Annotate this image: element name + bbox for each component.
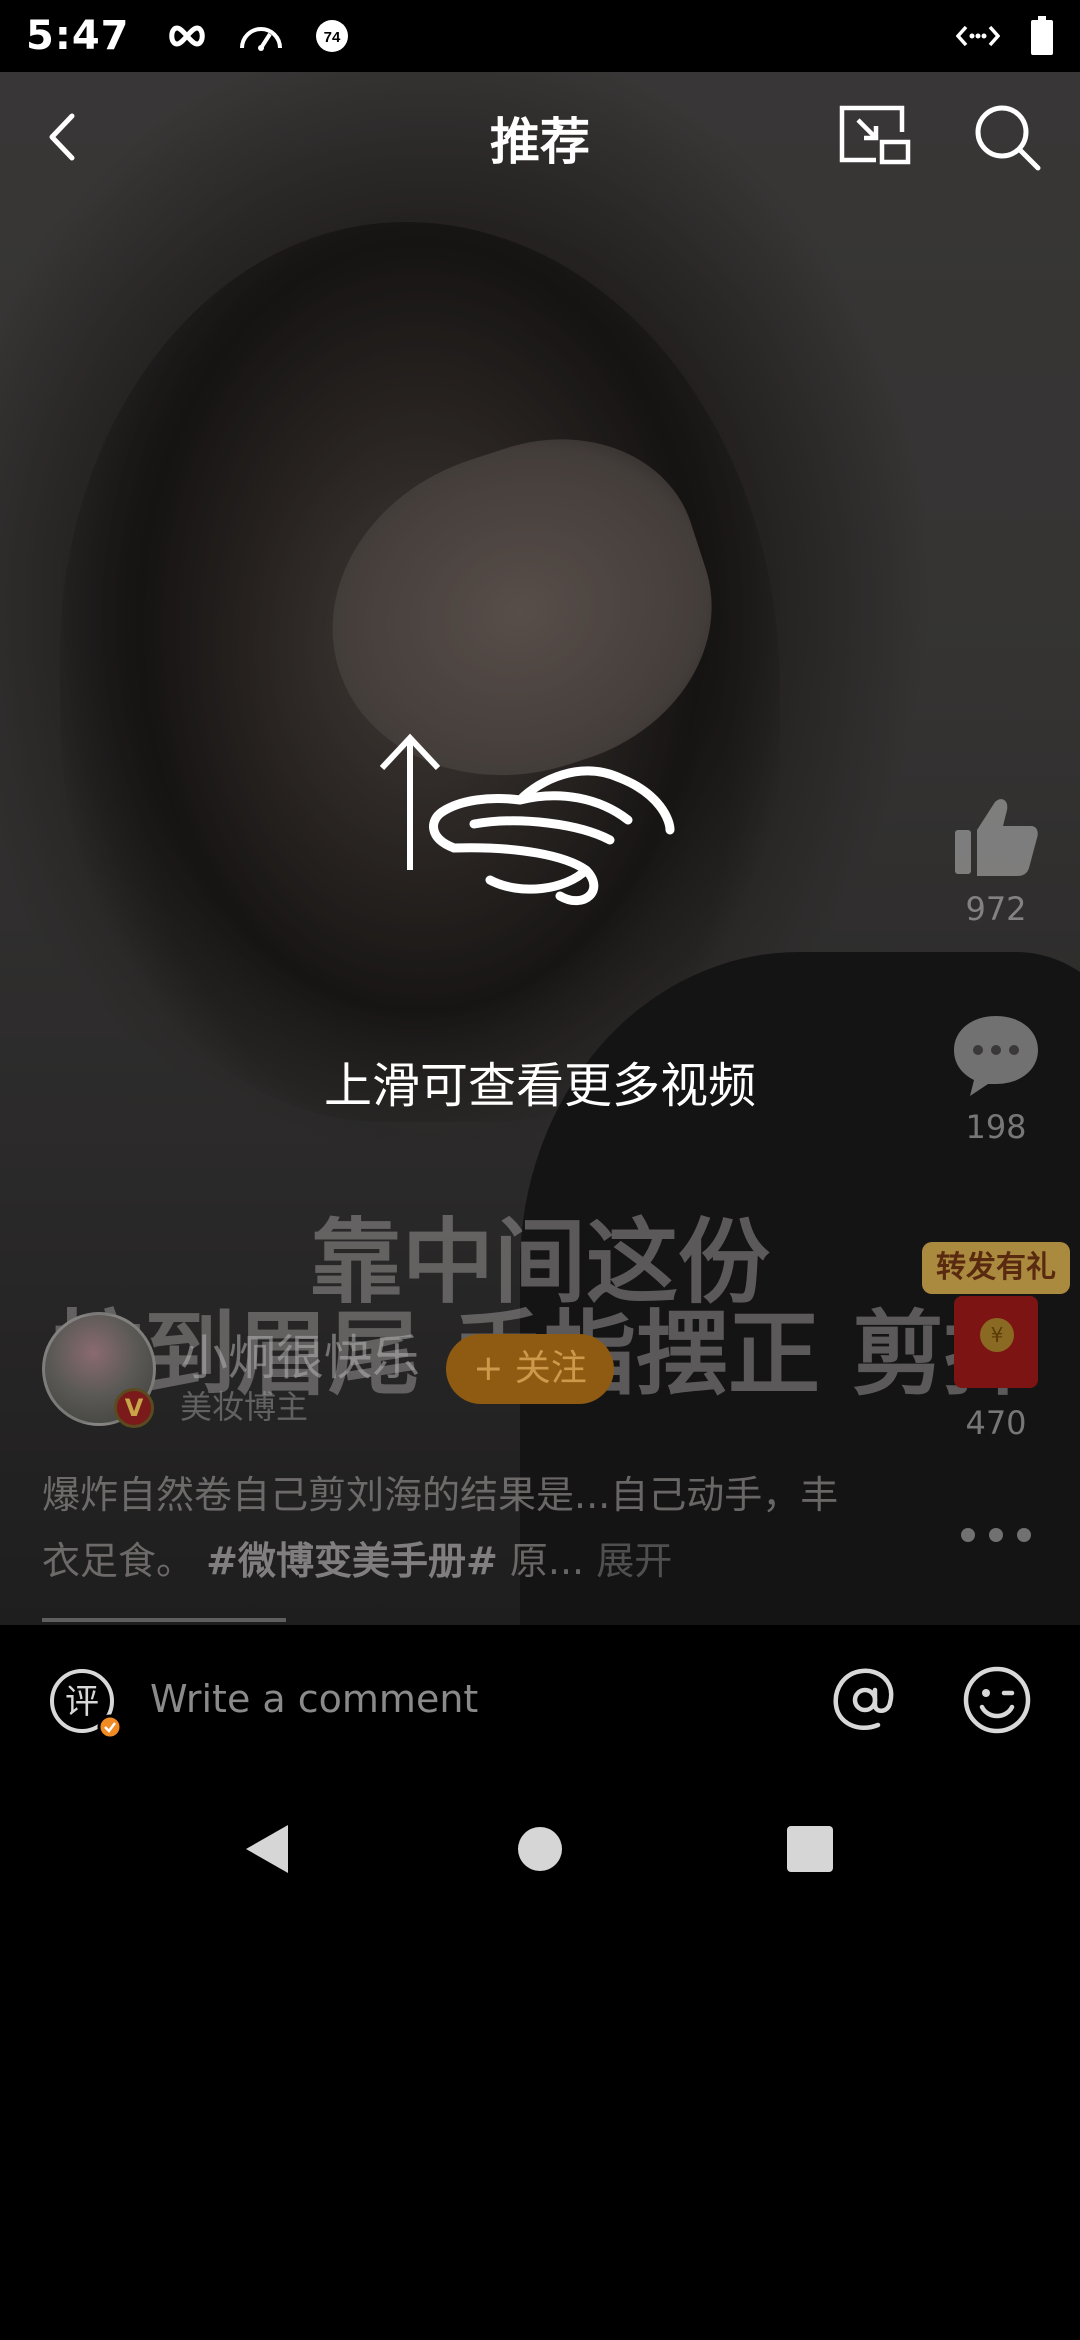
page-title: 推荐 bbox=[490, 113, 590, 171]
screen: 5:47 74 推荐 靠中间这份 拉到眉尾 手指摆正 剪掉 上滑可查看更多视频 … bbox=[0, 0, 1080, 2340]
nav-home-icon[interactable] bbox=[518, 1827, 562, 1871]
description-suffix: 原... bbox=[509, 1539, 585, 1583]
coin-icon: ¥ bbox=[980, 1318, 1014, 1352]
svg-text:74: 74 bbox=[323, 29, 340, 46]
author-tag: 美妆博主 bbox=[180, 1388, 309, 1426]
system-nav-bar bbox=[0, 1781, 1080, 1911]
speedometer-icon bbox=[239, 27, 282, 51]
forward-gift-tag[interactable]: 转发有礼 bbox=[922, 1242, 1070, 1294]
search-icon[interactable] bbox=[972, 102, 1042, 172]
author-name[interactable]: 小炯很快乐 bbox=[180, 1318, 420, 1388]
thumbs-up-icon bbox=[955, 799, 1038, 876]
forward-count: 470 bbox=[965, 1404, 1027, 1442]
top-nav: 推荐 bbox=[0, 72, 1080, 202]
comment-bar: 评 Write a comment bbox=[0, 1625, 1080, 1781]
at-mention-icon[interactable] bbox=[830, 1665, 900, 1735]
nav-recents-icon[interactable] bbox=[787, 1826, 833, 1872]
nav-back-icon[interactable] bbox=[244, 1823, 290, 1875]
expand-link[interactable]: 展开 bbox=[596, 1539, 672, 1583]
emoji-icon[interactable] bbox=[962, 1665, 1032, 1735]
red-packet-icon[interactable]: ¥ bbox=[954, 1296, 1038, 1388]
follow-button[interactable]: + 关注 bbox=[446, 1334, 614, 1404]
status-bar: 5:47 74 bbox=[0, 0, 1080, 72]
video-progress-bar[interactable] bbox=[42, 1618, 286, 1622]
swipe-up-hand-icon bbox=[379, 733, 675, 906]
infinity-icon bbox=[168, 25, 205, 47]
status-time: 5:47 bbox=[26, 13, 130, 59]
video-description: 爆炸自然卷自己剪刘海的结果是...自己动手，丰衣足食。 #微博变美手册# 原..… bbox=[42, 1462, 862, 1594]
comment-input[interactable]: Write a comment bbox=[150, 1677, 478, 1721]
battery-icon bbox=[1031, 16, 1053, 55]
status-right-icons bbox=[956, 16, 1054, 56]
hashtag-link[interactable]: #微博变美手册# bbox=[206, 1539, 498, 1583]
like-button[interactable]: 972 bbox=[926, 792, 1066, 928]
verified-badge-icon: V bbox=[114, 1388, 154, 1428]
comment-rating-icon[interactable]: 评 bbox=[48, 1667, 122, 1741]
code-brackets-icon bbox=[956, 25, 1000, 47]
picture-in-picture-icon[interactable] bbox=[836, 102, 912, 168]
svg-text:评: 评 bbox=[65, 1682, 99, 1722]
like-count: 972 bbox=[965, 890, 1027, 928]
notification-74-icon: 74 bbox=[315, 20, 348, 52]
status-left-icons: 74 bbox=[166, 18, 350, 54]
more-dots-icon[interactable] bbox=[956, 1520, 1036, 1550]
swipe-hint-text: 上滑可查看更多视频 bbox=[323, 1058, 756, 1114]
video-subject bbox=[60, 222, 780, 1122]
